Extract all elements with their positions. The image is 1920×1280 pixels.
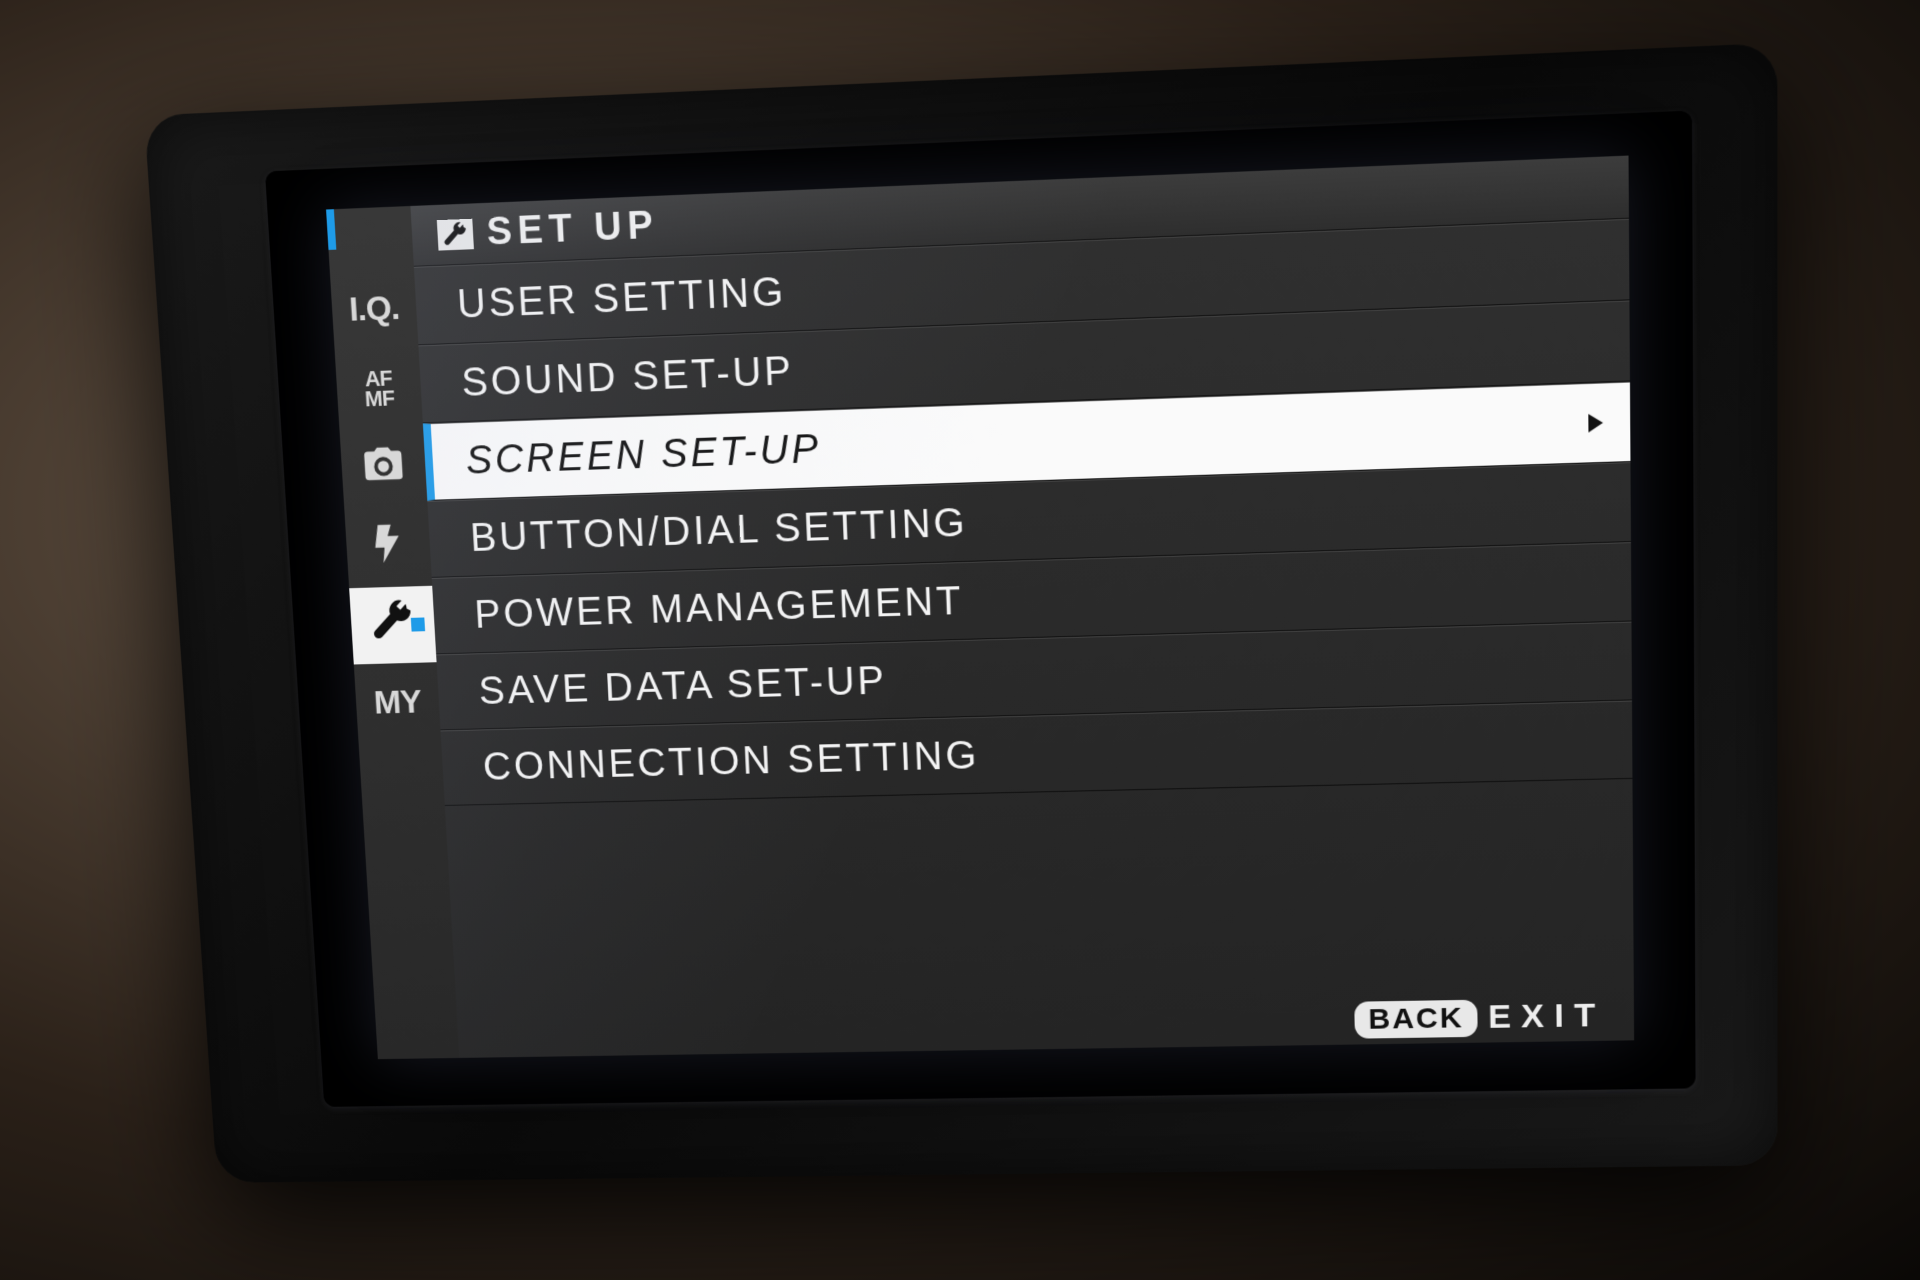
back-button[interactable]: BACK — [1354, 999, 1478, 1038]
tab-afmf-label: AF MF — [363, 368, 394, 409]
menu-item-label: SCREEN SET-UP — [465, 426, 822, 483]
tab-spacer — [326, 206, 414, 270]
wrench-icon — [437, 218, 474, 250]
menu-title: SET UP — [486, 204, 660, 255]
tab-af-mf[interactable]: AF MF — [335, 347, 423, 430]
camera-body: I.Q. AF MF — [144, 43, 1777, 1183]
camera-icon — [360, 440, 408, 496]
screen-bezel: I.Q. AF MF — [265, 110, 1696, 1106]
tab-iq-label: I.Q. — [348, 288, 400, 329]
menu-item-label: SAVE DATA SET-UP — [478, 658, 888, 713]
bolt-icon — [364, 520, 412, 576]
menu-item-label: POWER MANAGEMENT — [473, 579, 964, 638]
wrench-icon — [369, 598, 417, 653]
menu-list: USER SETTING SOUND SET-UP SCREEN SET-UP … — [414, 219, 1634, 1058]
exit-label: EXIT — [1488, 997, 1606, 1037]
lcd-screen: I.Q. AF MF — [326, 156, 1634, 1060]
tab-iq[interactable]: I.Q. — [330, 267, 419, 351]
menu-item-label: SOUND SET-UP — [460, 348, 794, 405]
chevron-right-icon — [1588, 413, 1603, 432]
tab-my-label: MY — [373, 683, 422, 722]
tab-my[interactable]: MY — [354, 662, 441, 742]
menu-item-label: BUTTON/DIAL SETTING — [469, 500, 968, 560]
tab-setup[interactable] — [349, 586, 436, 665]
tab-flash[interactable] — [344, 507, 432, 588]
menu-item-label: CONNECTION SETTING — [482, 733, 980, 789]
tab-shooting[interactable] — [340, 427, 428, 509]
main-panel: SET UP USER SETTING SOUND SET-UP SCREEN … — [410, 156, 1634, 1058]
menu-item-label: USER SETTING — [456, 269, 787, 327]
tab-setup-indicator — [411, 617, 425, 631]
footer-hint: BACK EXIT — [1354, 997, 1606, 1039]
